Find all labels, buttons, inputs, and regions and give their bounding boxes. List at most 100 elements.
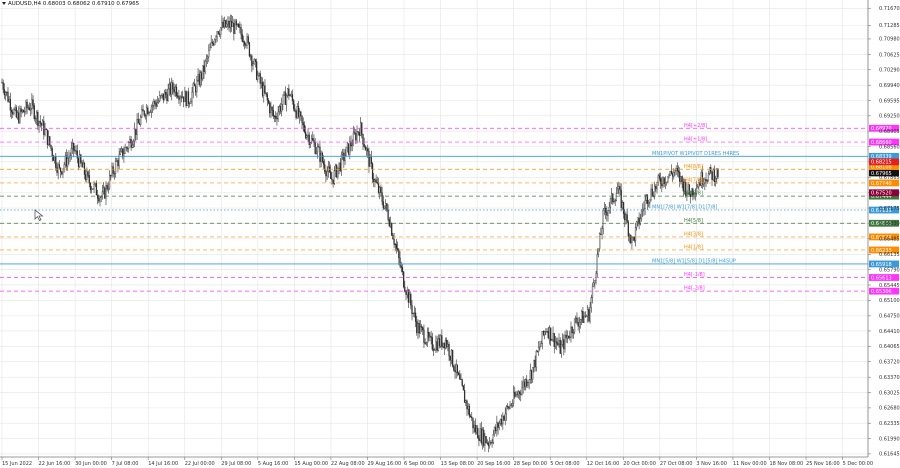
time-tick-label: 18 Nov 08:00 [769,461,803,467]
candle-body [460,379,462,381]
candle-body [202,65,204,80]
candle-body [399,257,401,267]
level-label: H4[5/8] [684,218,703,224]
candle-body [625,214,627,221]
candle-body [67,158,69,167]
candle-body [229,20,231,28]
candle-body [572,332,574,334]
candle-body [77,157,80,167]
candle-body [407,289,410,303]
candle-body [24,111,26,113]
symbol-label: AUDUSD,H4 [8,1,42,7]
time-tick-label: 14 Jul 16:00 [148,461,178,467]
candle-body [85,174,87,180]
candle-body [389,223,392,227]
candle-body [622,202,625,214]
time-tick-label: 11 Nov 00:00 [733,461,767,467]
collapse-triangle-icon[interactable] [2,2,6,5]
candle-body [300,111,302,116]
candle-body [338,162,340,169]
candle-body [3,89,6,96]
candle-body [15,107,17,118]
candle-body [283,91,285,96]
candle-body [13,109,15,115]
candle-body [495,427,497,432]
candle-body [33,105,35,120]
candle-body [116,160,118,162]
candle-body [613,201,615,203]
candle-body [321,152,323,162]
candle-body [371,163,374,180]
candle-body [154,100,156,104]
time-tick-label: 27 Oct 08:00 [660,461,693,467]
candle-body [403,271,405,288]
candle-body [30,108,32,111]
candle-body [359,122,362,136]
candle-body [88,175,90,184]
candle-body [503,416,505,421]
candle-body [419,326,421,334]
candle-body [59,167,62,172]
candle-body [401,267,404,272]
price-chart[interactable]: H4[+2/8]0.68970H4[+1/8]0.68660MN1PIVOT W… [0,0,900,468]
candle-body [398,249,400,259]
candle-body [43,120,45,135]
candle-body [566,335,569,339]
candle-body [557,343,559,346]
candle-body [443,342,445,349]
candle-body [102,187,105,192]
candle-body [248,42,251,57]
candle-body [430,335,432,338]
candle-body [56,167,58,173]
price-tick-label: 0.67175 [879,206,900,212]
level-price-tag-text: 0.65613 [871,275,892,281]
time-tick-label: 5 Dec 00:00 [843,461,873,467]
time-tick-label: 20 Oct 00:00 [623,461,656,467]
candle-body [428,331,430,338]
candle-body [221,22,223,28]
candle-body [425,342,427,345]
candle-body [564,334,566,350]
candle-body [483,429,485,446]
candle-body [436,341,438,351]
candle-body [57,164,59,173]
candle-body [326,171,328,177]
candle-body [296,106,298,118]
candle-body [55,156,57,168]
candle-body [582,311,584,323]
level-label: H4[3/8] [684,231,703,237]
candle-body [541,331,543,344]
candle-body [177,95,179,98]
candle-body [508,406,510,409]
candle-body [717,168,719,178]
candle-body [7,91,9,102]
candle-body [435,341,437,351]
candle-body [705,179,707,181]
time-tick-label: 13 Sep 08:00 [441,461,474,467]
candle-body [104,187,106,199]
candle-body [140,116,142,125]
candle-body [269,103,271,114]
candle-body [230,20,233,27]
candle-body [165,91,167,95]
chart-root[interactable]: H4[+2/8] 0.68970 H4[+1/8] 0.68660 MN1PIVOT W… [0,0,900,468]
candle-body [547,331,549,339]
candle-body [673,172,675,177]
candle-body [180,96,182,99]
candle-body [385,203,387,207]
candle-body [538,346,540,352]
candle-body [212,43,215,45]
candle-body [516,394,518,396]
candle-body [224,20,227,27]
candle-body [1,82,3,84]
candle-body [646,195,649,205]
candle-body [505,406,508,415]
candle-body [404,286,406,292]
candle-body [276,118,278,120]
candle-body [375,179,377,183]
candle-body [618,186,620,190]
candle-body [136,118,138,135]
candle-body [168,83,170,90]
candle-body [10,110,13,113]
candle-body [477,427,479,439]
